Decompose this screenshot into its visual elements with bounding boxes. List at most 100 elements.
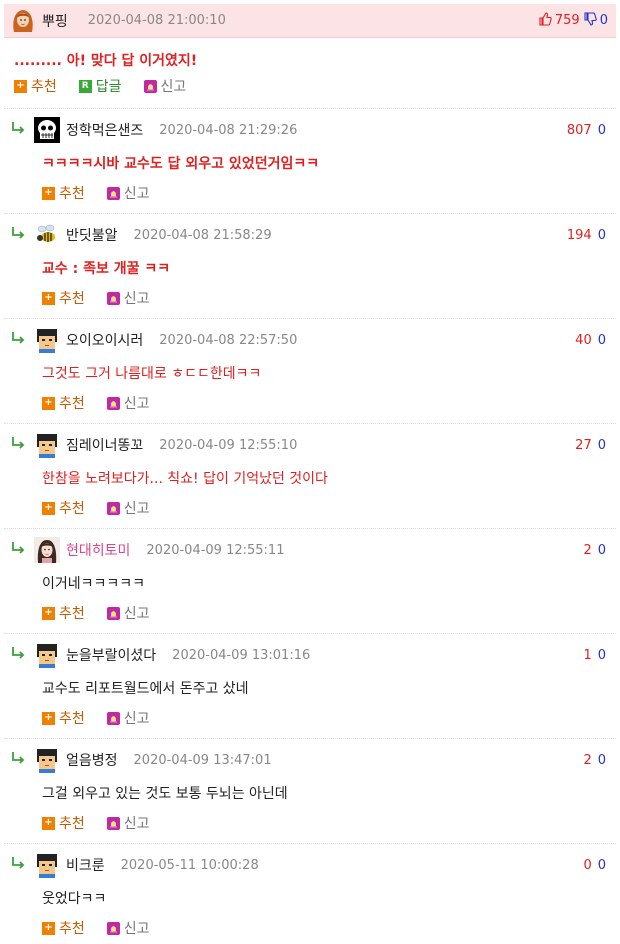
reply-downvote-count: 0 [597, 647, 606, 663]
pixel-avatar-icon[interactable] [34, 747, 60, 773]
plus-icon: + [42, 396, 55, 410]
recommend-button[interactable]: + 추천 [42, 288, 85, 308]
report-button[interactable]: 신고 [106, 288, 150, 308]
reply-actions: + 추천 신고 [42, 393, 150, 413]
reply-arrow-icon [10, 541, 28, 559]
reply-date: 2020-04-09 13:01:16 [172, 647, 311, 663]
report-label: 신고 [123, 396, 150, 412]
thumbs-up-icon[interactable] [538, 11, 552, 30]
plus-icon: + [42, 816, 55, 830]
report-button[interactable]: 신고 [106, 918, 150, 938]
pixel-avatar-icon[interactable] [34, 642, 60, 668]
recommend-button[interactable]: + 추천 [42, 918, 85, 938]
top-comment-nickname[interactable]: 뿌핑 [42, 11, 68, 31]
bee-avatar-icon[interactable] [34, 222, 60, 248]
report-label: 신고 [160, 79, 187, 95]
plus-icon: + [42, 186, 55, 200]
reply-votes: 2 0 [583, 543, 606, 558]
reply-label: 답글 [95, 79, 122, 95]
report-button[interactable]: 신고 [106, 813, 150, 833]
reply-text: 이거네ㅋㅋㅋㅋㅋ [42, 576, 146, 592]
reply-nickname[interactable]: 비크룬 [66, 855, 105, 875]
top-comment-text: ......... 아! 맞다 답 이거였지! [14, 53, 198, 69]
downvote-count: 0 [599, 13, 608, 28]
report-label: 신고 [123, 921, 150, 937]
reply-date: 2020-04-08 22:57:50 [159, 332, 298, 348]
report-icon [143, 79, 157, 93]
reply-nickname[interactable]: 반딧불알 [66, 225, 118, 245]
report-button[interactable]: 신고 [143, 76, 187, 96]
reply-comment: 정학먹은샌즈 2020-04-08 21:29:26 807 0 ㅋㅋㅋㅋ시바 … [4, 108, 616, 213]
report-label: 신고 [123, 606, 150, 622]
report-button[interactable]: 신고 [106, 708, 150, 728]
thumbs-down-icon[interactable] [583, 11, 597, 30]
recommend-button[interactable]: + 추천 [42, 498, 85, 518]
top-comment-header: 뿌핑 2020-04-08 21:00:10 759 0 [4, 4, 616, 38]
reply-votes: 807 0 [567, 123, 606, 138]
reply-comment: 짐레이너똥꼬 2020-04-09 12:55:10 27 0 한참을 노려보다… [4, 423, 616, 528]
reply-upvote-count: 194 [566, 227, 592, 243]
report-button[interactable]: 신고 [106, 498, 150, 518]
reply-upvote-count: 2 [583, 542, 592, 558]
reply-button[interactable]: R 답글 [78, 76, 122, 96]
reply-votes: 194 0 [567, 228, 606, 243]
female-avatar-icon[interactable] [10, 8, 36, 34]
top-comment: 뿌핑 2020-04-08 21:00:10 759 0 ......... 아… [4, 4, 616, 108]
reply-text: ㅋㅋㅋㅋ시바 교수도 답 외우고 있었던거임ㅋㅋ [42, 156, 320, 172]
reply-nickname[interactable]: 현대히토미 [66, 540, 130, 560]
reply-nickname[interactable]: 눈을부랄이셨다 [66, 645, 156, 665]
pixel-avatar-icon[interactable] [34, 852, 60, 878]
reply-header: 얼음병정 2020-04-09 13:47:01 2 0 [4, 747, 616, 773]
reply-header: 눈을부랄이셨다 2020-04-09 13:01:16 1 0 [4, 642, 616, 668]
reply-date: 2020-04-09 12:55:11 [146, 542, 285, 558]
pixel-avatar-icon[interactable] [34, 432, 60, 458]
report-icon [106, 816, 120, 830]
recommend-label: 추천 [31, 79, 57, 95]
reply-header: 반딧불알 2020-04-08 21:58:29 194 0 [4, 222, 616, 248]
report-button[interactable]: 신고 [106, 393, 150, 413]
recommend-button[interactable]: + 추천 [42, 708, 85, 728]
recommend-label: 추천 [59, 291, 85, 307]
recommend-button[interactable]: + 추천 [42, 183, 85, 203]
reply-nickname[interactable]: 오이오이시러 [66, 330, 143, 350]
report-button[interactable]: 신고 [106, 603, 150, 623]
recommend-label: 추천 [59, 501, 85, 517]
recommend-button[interactable]: + 추천 [42, 813, 85, 833]
recommend-label: 추천 [59, 606, 85, 622]
reply-nickname[interactable]: 짐레이너똥꼬 [66, 435, 143, 455]
reply-header: 짐레이너똥꼬 2020-04-09 12:55:10 27 0 [4, 432, 616, 458]
recommend-button[interactable]: + 추천 [42, 393, 85, 413]
reply-actions: + 추천 신고 [42, 813, 150, 833]
report-icon [106, 921, 120, 935]
recommend-label: 추천 [59, 711, 85, 727]
reply-downvote-count: 0 [597, 437, 606, 453]
upvote-count: 759 [554, 13, 580, 28]
plus-icon: + [14, 79, 27, 93]
report-icon [106, 291, 120, 305]
skull-avatar-icon[interactable] [34, 117, 60, 143]
report-icon [106, 501, 120, 515]
report-icon [106, 711, 120, 725]
recommend-button[interactable]: + 추천 [42, 603, 85, 623]
pixel-avatar-icon[interactable] [34, 327, 60, 353]
report-icon [106, 396, 120, 410]
reply-upvote-count: 1 [583, 647, 592, 663]
reply-date: 2020-04-08 21:29:26 [159, 122, 298, 138]
report-label: 신고 [123, 711, 150, 727]
reply-votes: 27 0 [575, 438, 606, 453]
reply-arrow-icon [10, 751, 28, 769]
top-comment-votes: 759 0 [538, 11, 608, 30]
report-label: 신고 [123, 501, 150, 517]
reply-text: 그걸 외우고 있는 것도 보통 두뇌는 아닌데 [42, 786, 288, 802]
report-button[interactable]: 신고 [106, 183, 150, 203]
recommend-button[interactable]: + 추천 [14, 76, 57, 96]
reply-nickname[interactable]: 얼음병정 [66, 750, 118, 770]
top-comment-date: 2020-04-08 21:00:10 [87, 13, 226, 28]
reply-arrow-icon [10, 121, 28, 139]
reply-date: 2020-04-08 21:58:29 [133, 227, 272, 243]
reply-header: 정학먹은샌즈 2020-04-08 21:29:26 807 0 [4, 117, 616, 143]
reply-nickname[interactable]: 정학먹은샌즈 [66, 120, 143, 140]
reply-date: 2020-04-09 13:47:01 [133, 752, 272, 768]
girl-avatar-icon[interactable] [34, 537, 60, 563]
reply-date: 2020-04-09 12:55:10 [159, 437, 298, 453]
